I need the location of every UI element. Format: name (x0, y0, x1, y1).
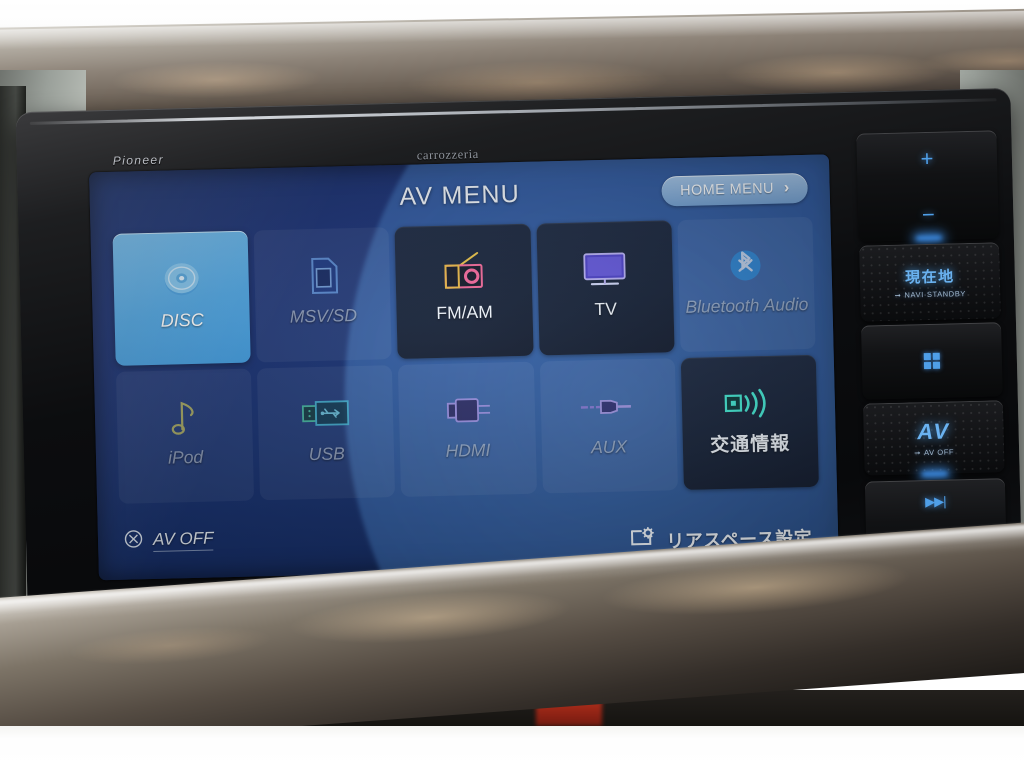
tile-label: TV (594, 298, 618, 320)
four-squares-icon (923, 352, 941, 370)
home-menu-label: HOME MENU (679, 180, 775, 200)
av-label: AV (916, 418, 951, 445)
tile-usb[interactable]: USB (257, 365, 396, 501)
music-note-icon (166, 386, 204, 449)
status-led (915, 235, 942, 241)
dashboard-photo: Pioneer carrozzeria AV MENU HOME MENU › (0, 0, 1024, 768)
tile-fm-am[interactable]: FM/AM (394, 223, 534, 359)
pioneer-logo: Pioneer (112, 152, 165, 168)
touchscreen-display[interactable]: AV MENU HOME MENU › DISC MSV/SD FM/AM TV… (89, 154, 839, 581)
sd-card-icon (304, 244, 342, 307)
tile-traffic-info[interactable]: 交通情報 (680, 354, 819, 491)
av-off-label: AV OFF (152, 528, 214, 553)
tile-label: 交通情報 (710, 433, 791, 457)
tile-label: iPod (167, 446, 204, 468)
tile-label: DISC (160, 309, 205, 331)
plus-icon[interactable]: + (920, 146, 933, 172)
tile-tv[interactable]: TV (536, 220, 675, 356)
aux-plug-icon (578, 375, 637, 438)
photo-border-bottom (0, 726, 1024, 768)
tile-label: MSV/SD (289, 304, 358, 327)
disc-icon (159, 248, 205, 311)
minus-icon[interactable]: − (922, 202, 935, 228)
tile-msv-sd[interactable]: MSV/SD (253, 227, 393, 363)
menu-button[interactable] (861, 322, 1003, 400)
chevron-right-icon: › (783, 179, 790, 197)
tile-aux[interactable]: AUX (539, 358, 678, 494)
hdmi-icon (439, 379, 494, 442)
bluetooth-icon (725, 234, 767, 297)
current-location-button[interactable]: 現在地 ➞ NAVI·STANDBY (859, 242, 1001, 322)
tile-ipod[interactable]: iPod (115, 368, 255, 504)
tile-bluetooth-audio[interactable]: Bluetooth Audio (677, 216, 816, 353)
av-off-sublabel: ➞ AV OFF (914, 447, 955, 458)
tile-label: USB (308, 443, 346, 465)
source-tile-grid: DISC MSV/SD FM/AM TV Bluetooth Audio iPo… (112, 216, 819, 504)
tile-label: Bluetooth Audio (685, 293, 809, 317)
hardware-button-column: + − 現在地 ➞ NAVI·STANDBY AV ➞ AV OFF ▶▶| (856, 130, 1009, 626)
tile-hdmi[interactable]: HDMI (398, 361, 537, 497)
tile-label: HDMI (445, 439, 491, 461)
tile-label: AUX (590, 436, 628, 458)
circle-x-icon (124, 529, 144, 553)
volume-button[interactable]: + − (856, 130, 999, 242)
current-location-label: 現在地 (904, 267, 955, 287)
av-off-button[interactable]: AV OFF (124, 528, 214, 554)
status-led-av (921, 471, 948, 477)
tile-disc[interactable]: DISC (112, 230, 251, 366)
tv-icon (579, 237, 630, 300)
broadcast-icon (720, 372, 779, 435)
av-button[interactable]: AV ➞ AV OFF (862, 400, 1005, 476)
track-next-icon[interactable]: ▶▶| (925, 494, 946, 510)
home-menu-button[interactable]: HOME MENU › (661, 172, 809, 207)
arrow-icon: ➞ (894, 290, 902, 300)
tile-label: FM/AM (436, 301, 493, 324)
radio-icon (437, 241, 490, 304)
arrow-icon: ➞ (914, 448, 922, 458)
navi-standby-label: ➞ NAVI·STANDBY (894, 288, 967, 300)
carrozzeria-logo: carrozzeria (416, 146, 479, 163)
usb-icon (298, 382, 353, 445)
